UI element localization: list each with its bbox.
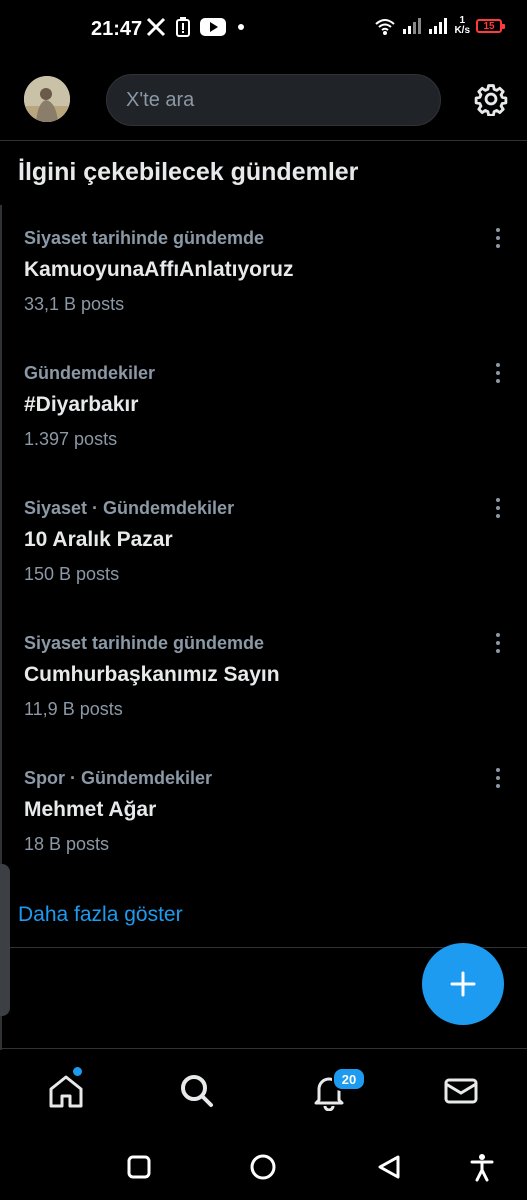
trend-item[interactable]: Siyaset tarihinde gündemde Cumhurbaşkanı…	[0, 633, 527, 753]
battery-icon: 15	[476, 19, 505, 33]
wifi-icon	[375, 19, 396, 35]
home-unread-dot	[73, 1067, 82, 1076]
clock: 21:47	[91, 18, 143, 40]
status-bar: 21:47 1 K/s 15	[0, 0, 527, 60]
trend-name: Cumhurbaşkanımız Sayın	[24, 663, 280, 686]
trend-item[interactable]: Spor · Gündemdekiler Mehmet Ağar 18 B po…	[0, 768, 527, 888]
trend-post-count: 150 B posts	[24, 564, 120, 584]
trend-context: Siyaset tarihinde gündemde	[24, 633, 265, 653]
show-more-link[interactable]: Daha fazla göster	[18, 903, 183, 927]
trend-context: Siyaset · Gündemdekiler	[24, 498, 235, 518]
dot-icon	[238, 24, 244, 30]
status-icons-left	[146, 17, 246, 37]
more-options-icon[interactable]	[488, 631, 508, 655]
network-speed: 1 K/s	[454, 16, 470, 36]
section-title: İlgini çekebilecek gündemler	[18, 158, 359, 186]
trend-post-count: 18 B posts	[24, 834, 110, 854]
system-nav-bar	[0, 1130, 527, 1200]
circle-icon[interactable]	[248, 1152, 278, 1182]
more-options-icon[interactable]	[488, 361, 508, 385]
gear-icon[interactable]	[474, 82, 508, 116]
signal-icon	[429, 18, 448, 34]
battery-alert-icon	[176, 17, 190, 37]
compose-button[interactable]	[422, 943, 504, 1025]
trend-name: KamuoyunaAffıAnlatıyoruz	[24, 258, 294, 281]
avatar[interactable]	[24, 76, 70, 122]
trend-context: Siyaset tarihinde gündemde	[24, 228, 265, 248]
trend-post-count: 11,9 B posts	[24, 699, 123, 719]
trend-post-count: 1.397 posts	[24, 429, 118, 449]
avatar-image	[24, 76, 70, 122]
back-icon[interactable]	[374, 1152, 404, 1182]
signal-icon	[403, 18, 422, 34]
mail-icon[interactable]	[441, 1071, 481, 1111]
trend-name: Mehmet Ağar	[24, 798, 157, 821]
trend-item[interactable]: Gündemdekiler #Diyarbakır 1.397 posts	[0, 363, 527, 483]
status-icons-right: 1 K/s 15	[374, 16, 505, 36]
home-icon[interactable]	[46, 1071, 86, 1111]
battery-level: 15	[483, 20, 495, 32]
accessibility-icon[interactable]	[467, 1152, 497, 1182]
edge-panel-handle[interactable]	[0, 864, 10, 1016]
youtube-icon	[200, 18, 226, 36]
trend-post-count: 33,1 B posts	[24, 294, 125, 314]
network-speed-unit: K/s	[454, 25, 470, 36]
trend-item[interactable]: Siyaset · Gündemdekiler 10 Aralık Pazar …	[0, 498, 527, 618]
trend-name: #Diyarbakır	[24, 393, 139, 416]
trend-context: Spor · Gündemdekiler	[24, 768, 213, 788]
search-bar[interactable]	[106, 74, 441, 126]
notifications-badge: 20	[332, 1067, 366, 1091]
header-divider	[0, 140, 527, 141]
more-options-icon[interactable]	[488, 496, 508, 520]
plus-icon	[450, 971, 476, 997]
search-icon[interactable]	[177, 1071, 217, 1111]
square-icon[interactable]	[124, 1152, 154, 1182]
bottom-nav: 20	[0, 1048, 527, 1131]
more-options-icon[interactable]	[488, 766, 508, 790]
trend-name: 10 Aralık Pazar	[24, 528, 173, 551]
search-input[interactable]	[124, 87, 408, 113]
trend-item[interactable]: Siyaset tarihinde gündemde KamuoyunaAffı…	[0, 228, 527, 348]
x-logo-icon	[146, 17, 166, 37]
more-options-icon[interactable]	[488, 226, 508, 250]
top-bar	[0, 72, 527, 132]
trend-context: Gündemdekiler	[24, 363, 156, 383]
